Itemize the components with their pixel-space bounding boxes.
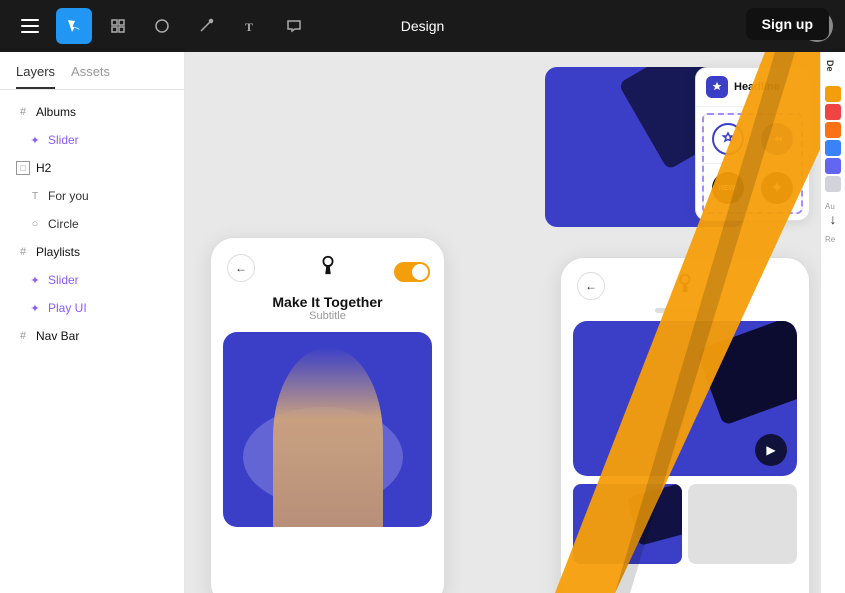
phone1-song-subtitle: Subtitle [211, 310, 444, 322]
component-icon-2: ✦ [28, 273, 42, 287]
layer-label-circle: Circle [48, 217, 79, 231]
layer-label-slider2: Slider [48, 273, 79, 287]
frame-tool[interactable] [100, 8, 136, 44]
rewind-icon [761, 123, 793, 155]
panel-tabs: Layers Assets [0, 52, 184, 90]
layer-item-slider1[interactable]: ✦ Slider [0, 126, 184, 154]
panel-section-re: Re [825, 235, 841, 244]
phone1-song-info: Make It Together Subtitle [211, 290, 444, 332]
phone-mockup-1: ← Make It Together Subtitle [210, 237, 445, 593]
hash-icon: # [16, 105, 30, 119]
layer-item-playui[interactable]: ✦ Play UI [0, 294, 184, 322]
layer-item-navbar[interactable]: # Nav Bar [0, 322, 184, 350]
layer-label-playui: Play UI [48, 301, 87, 315]
layer-item-foryou[interactable]: T For you [0, 182, 184, 210]
phone2-thumbnails [561, 484, 809, 564]
document-title: Design [401, 18, 445, 34]
color-swatch-gray[interactable] [825, 176, 841, 192]
phone1-image-area [223, 332, 432, 527]
pen-tool[interactable] [188, 8, 224, 44]
menu-icon[interactable] [12, 8, 48, 44]
layer-label-playlists: Playlists [36, 245, 80, 259]
layer-label-albums: Albums [36, 105, 76, 119]
tab-layers[interactable]: Layers [16, 64, 55, 89]
phone1-song-title: Make It Together [211, 294, 444, 310]
star-outline-icon [712, 123, 744, 155]
component-icon-3: ✦ [28, 301, 42, 315]
showcase-title: Headline [734, 81, 780, 93]
tab-assets[interactable]: Assets [71, 64, 110, 89]
component-icon-1: ✦ [28, 133, 42, 147]
layer-label-h2: H2 [36, 161, 51, 175]
panel-label-au: Au [825, 202, 841, 211]
main-layout: Layers Assets # Albums ✦ Slider □ H2 T F… [0, 52, 845, 593]
person-silhouette [273, 347, 383, 527]
color-swatch-indigo[interactable] [825, 158, 841, 174]
svg-text:T: T [245, 20, 253, 34]
color-swatch-red[interactable] [825, 104, 841, 120]
circle-icon: ○ [28, 217, 42, 231]
right-panel: De Au ↓ Re [820, 52, 845, 593]
phone1-toggle[interactable] [394, 262, 430, 282]
ellipse-tool[interactable] [144, 8, 180, 44]
layer-label-foryou: For you [48, 189, 89, 203]
text-icon-foryou: T [28, 189, 42, 203]
showcase-logo [706, 76, 728, 98]
layer-item-albums[interactable]: # Albums [0, 98, 184, 126]
phone2-logo [674, 272, 696, 300]
text-tool[interactable]: T [232, 8, 268, 44]
color-swatches [825, 84, 841, 194]
color-swatch-yellow[interactable] [825, 86, 841, 102]
phone2-thumb-2 [688, 484, 797, 564]
phone-mockup-2: ← ▶ [560, 257, 810, 593]
cursor-tool[interactable] [56, 8, 92, 44]
phone1-back-button: ← [227, 254, 255, 282]
showcase-cell-rewind [753, 115, 801, 163]
component-showcase: Headline [695, 67, 810, 221]
color-swatch-orange[interactable] [825, 122, 841, 138]
phone2-shape [696, 321, 797, 426]
toolbar: T Design A [0, 0, 845, 52]
layer-item-h2[interactable]: □ H2 [0, 154, 184, 182]
thumb-shape [627, 484, 682, 546]
hash-icon-playlists: # [16, 245, 30, 259]
canvas-area[interactable]: Headline [185, 52, 820, 593]
layer-label-navbar: Nav Bar [36, 329, 79, 343]
phone2-header: ← [561, 258, 809, 308]
panel-arrow-down[interactable]: ↓ [825, 211, 841, 227]
phone1-logo [317, 254, 339, 282]
comment-tool[interactable] [276, 8, 312, 44]
phone2-back-button: ← [577, 272, 605, 300]
layers-list: # Albums ✦ Slider □ H2 T For you ○ Circl… [0, 90, 184, 593]
phone2-play-button[interactable]: ▶ [755, 434, 787, 466]
toggle-knob [412, 264, 428, 280]
showcase-grid: NEW! ✦ [702, 113, 803, 214]
layer-label-slider1: Slider [48, 133, 79, 147]
showcase-header: Headline [696, 68, 809, 107]
hash-icon-navbar: # [16, 329, 30, 343]
phone2-thumb-1 [573, 484, 682, 564]
frame-icon-h2: □ [16, 161, 30, 175]
phone2-progress-bar [655, 308, 715, 313]
sparkle-icon: ✦ [761, 172, 793, 204]
showcase-cell-star [704, 115, 752, 163]
color-swatch-blue[interactable] [825, 140, 841, 156]
left-panel: Layers Assets # Albums ✦ Slider □ H2 T F… [0, 52, 185, 593]
phone2-image-area: ▶ [573, 321, 797, 476]
layer-item-playlists[interactable]: # Playlists [0, 238, 184, 266]
design-panel-label: De [825, 60, 841, 72]
signup-button[interactable]: Sign up [746, 8, 829, 40]
layer-item-circle[interactable]: ○ Circle [0, 210, 184, 238]
panel-label-re: Re [825, 235, 841, 244]
new-badge-icon: NEW! [712, 172, 744, 204]
panel-section-au: Au ↓ [825, 202, 841, 227]
showcase-cell-new: NEW! [704, 164, 752, 212]
layer-item-slider2[interactable]: ✦ Slider [0, 266, 184, 294]
showcase-cell-sparkle: ✦ [753, 164, 801, 212]
